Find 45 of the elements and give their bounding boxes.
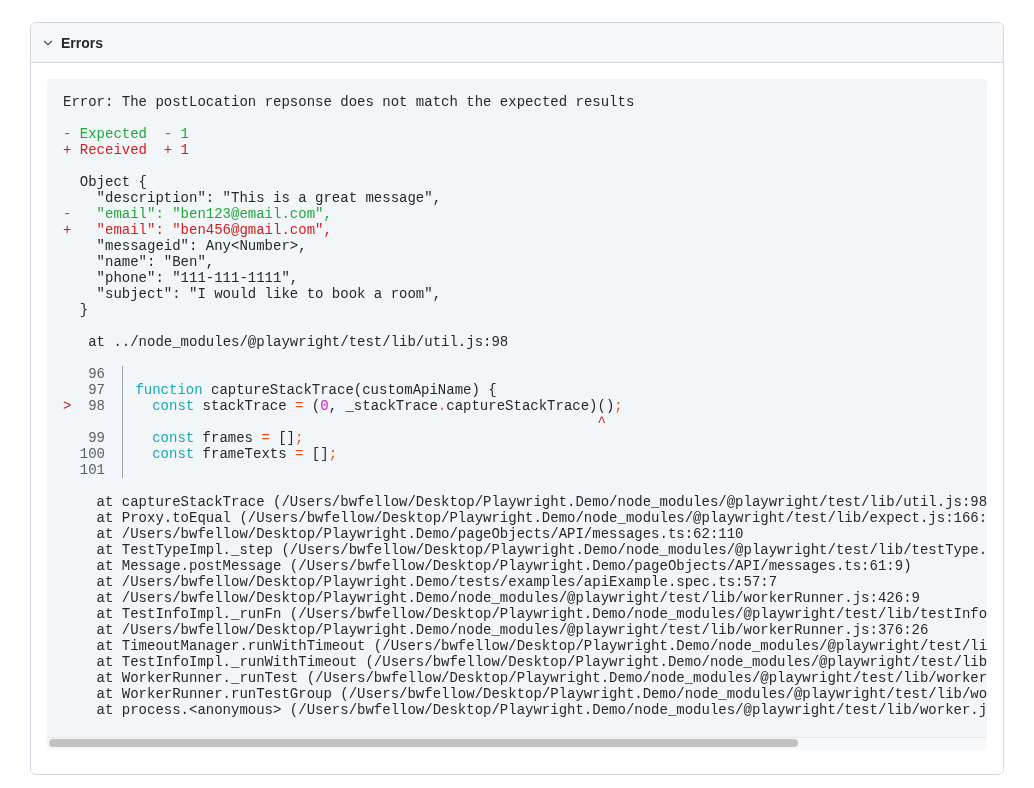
panel-header[interactable]: Errors: [31, 23, 1003, 63]
diff-line: "subject": "I would like to book a room",: [96, 286, 442, 302]
stack-frame: at TestInfoImpl._runWithTimeout (/Users/bwfellow/Desktop/Playwright.Demo/node_modules/@playwright/test/lib: [63, 654, 987, 670]
stack-frame: at /Users/bwfellow/Desktop/Playwright.Demo/tests/examples/apiExample.spec.ts:57:7: [63, 574, 987, 590]
code-line: const stackTrace = (0, _stackTrace.captureStackTrace)();: [151, 398, 623, 414]
stack-frame: at /Users/bwfellow/Desktop/Playwright.Demo/pageObjects/API/messages.ts:62:110: [63, 526, 987, 542]
diff-sign: -: [63, 206, 73, 222]
line-number: 100: [79, 446, 105, 462]
code-line: const frames = [];: [151, 430, 304, 446]
error-caret: ^: [596, 414, 606, 430]
diff-line: "messageid": Any<Number>,: [96, 238, 307, 254]
object-close: }: [78, 302, 90, 318]
stack-frame: at WorkerRunner._runTest (/Users/bwfellow/Desktop/Playwright.Demo/node_modules/@playwright/test/lib/worker: [63, 670, 987, 686]
stack-frame: at TimeoutManager.runWithTimeout (/Users/bwfellow/Desktop/Playwright.Demo/node_modules/@playwright/test/li: [63, 638, 987, 654]
stack-frame: at TestInfoImpl._runFn (/Users/bwfellow/Desktop/Playwright.Demo/node_modules/@playwright/test/lib/testInfo: [63, 606, 987, 622]
line-number: 99: [87, 430, 105, 446]
stack-frame: at process.<anonymous> (/Users/bwfellow/Desktop/Playwright.Demo/node_modules/@playwright/test/lib/worker.j: [63, 702, 987, 718]
current-line-marker: >: [63, 398, 73, 414]
stack-frame: at captureStackTrace (/Users/bwfellow/Desktop/Playwright.Demo/node_modules/@playwright/test/lib/util.js:98: [63, 494, 987, 510]
line-number: 97: [87, 382, 105, 398]
code-line: function captureStackTrace(customApiName) {: [135, 382, 497, 398]
diff-summary: - Expected - 1: [63, 126, 191, 142]
diff-summary: + Received + 1: [63, 142, 191, 158]
line-number: 96: [87, 366, 105, 382]
diff-line: "description": "This is a great message",: [96, 190, 442, 206]
scrollbar-thumb[interactable]: [49, 739, 798, 747]
object-open: Object {: [78, 174, 148, 190]
stack-frame: at /Users/bwfellow/Desktop/Playwright.Demo/node_modules/@playwright/test/lib/workerRunner.js:426:9: [63, 590, 987, 606]
stack-frame: at Message.postMessage (/Users/bwfellow/Desktop/Playwright.Demo/pageObjects/API/messages.ts:61:9): [63, 558, 987, 574]
stack-frame: at /Users/bwfellow/Desktop/Playwright.Demo/node_modules/@playwright/test/lib/workerRunner.js:376:26: [63, 622, 987, 638]
stack-frame: at TestTypeImpl._step (/Users/bwfellow/Desktop/Playwright.Demo/node_modules/@playwright/test/lib/testType.: [63, 542, 987, 558]
diff-sign: +: [63, 222, 73, 238]
stack-frame: at WorkerRunner.runTestGroup (/Users/bwfellow/Desktop/Playwright.Demo/node_modules/@playwright/test/lib/wo: [63, 686, 987, 702]
diff-line: "email": "ben456@gmail.com",: [96, 222, 332, 238]
stack-frame: at Proxy.toEqual (/Users/bwfellow/Desktop/Playwright.Demo/node_modules/@playwright/test/lib/expect.js:166:: [63, 510, 987, 526]
error-location: at ../node_modules/@playwright/test/lib/util.js:98: [87, 334, 510, 350]
line-number: 101: [79, 462, 105, 478]
code-line: const frameTexts = [];: [151, 446, 338, 462]
error-message: Error: The postLocation repsonse does not match the expected results: [63, 94, 636, 110]
diff-line: "name": "Ben",: [96, 254, 215, 270]
line-number: 98: [87, 398, 105, 414]
diff-line: "email": "ben123@email.com",: [96, 206, 332, 222]
horizontal-scrollbar[interactable]: [47, 737, 987, 750]
panel-title: Errors: [61, 34, 104, 51]
diff-line: "phone": "111-111-1111",: [96, 270, 299, 286]
